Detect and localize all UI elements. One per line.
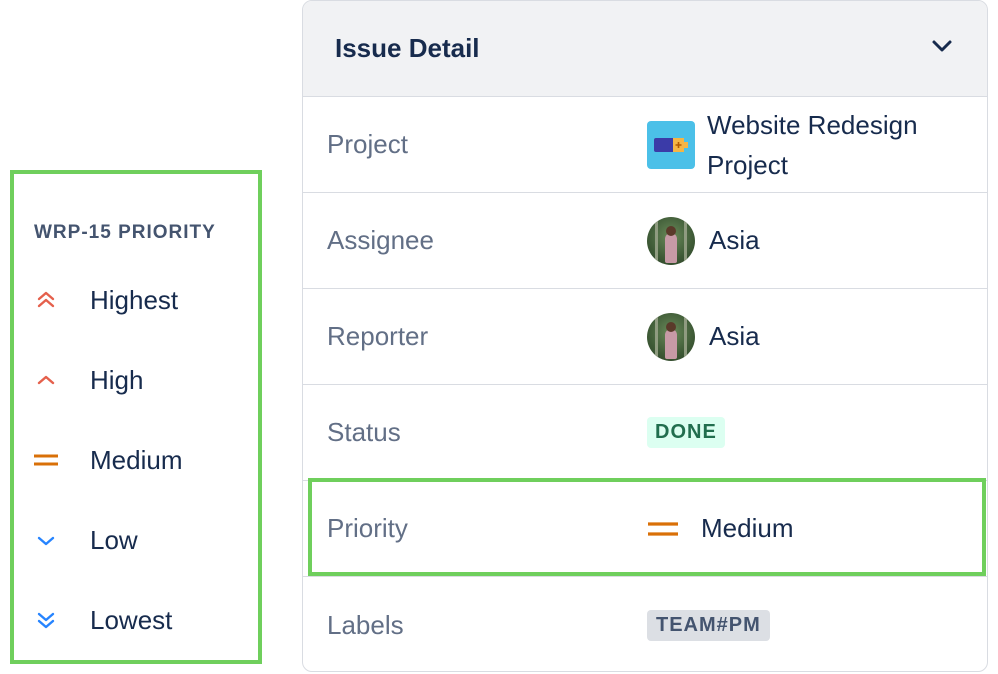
field-row-status: Status DONE <box>303 385 987 481</box>
panel-title: Issue Detail <box>335 33 480 63</box>
priority-high-icon <box>32 366 60 394</box>
project-icon <box>647 120 695 169</box>
status-badge[interactable]: DONE <box>647 417 725 448</box>
legend-title: WRP-15 PRIORITY <box>34 222 216 243</box>
priority-option-high[interactable]: High <box>32 360 143 400</box>
priority-option-label: Medium <box>90 444 183 475</box>
field-row-reporter: Reporter Asia <box>303 289 987 385</box>
priority-highest-icon <box>32 286 60 314</box>
project-value[interactable]: Website Redesign Project <box>647 97 971 192</box>
priority-low-icon <box>32 526 60 554</box>
field-label-labels: Labels <box>327 609 404 640</box>
avatar <box>647 312 695 361</box>
labels-value-cell: TEAM#PM <box>647 577 971 671</box>
priority-option-medium[interactable]: Medium <box>32 440 182 480</box>
priority-option-lowest[interactable]: Lowest <box>32 600 172 640</box>
priority-option-low[interactable]: Low <box>32 520 138 560</box>
priority-lowest-icon <box>32 606 60 634</box>
field-label-assignee: Assignee <box>327 225 434 255</box>
priority-legend: WRP-15 PRIORITY Highest High Medium Low … <box>10 170 262 664</box>
priority-label: Medium <box>701 513 794 543</box>
avatar <box>647 216 695 265</box>
field-row-priority: Priority Medium <box>303 481 987 577</box>
reporter-value[interactable]: Asia <box>647 289 971 384</box>
issue-detail-header[interactable]: Issue Detail <box>303 1 987 97</box>
field-label-priority: Priority <box>327 513 408 543</box>
reporter-name: Asia <box>709 321 760 351</box>
issue-detail-panel: Issue Detail Project Website Redesign Pr… <box>302 0 988 672</box>
label-tag[interactable]: TEAM#PM <box>647 609 770 641</box>
field-row-labels: Labels TEAM#PM <box>303 577 987 671</box>
assignee-name: Asia <box>709 225 760 255</box>
priority-option-highest[interactable]: Highest <box>32 280 178 320</box>
project-name-line1: Website Redesign <box>707 109 918 140</box>
field-label-status: Status <box>327 417 401 447</box>
field-label-project: Project <box>327 129 408 159</box>
priority-option-label: High <box>90 364 144 395</box>
chevron-down-icon[interactable] <box>929 33 955 64</box>
priority-medium-icon <box>647 517 679 541</box>
field-row-assignee: Assignee Asia <box>303 193 987 289</box>
field-label-reporter: Reporter <box>327 321 429 351</box>
status-value-cell: DONE <box>647 385 971 480</box>
priority-medium-icon <box>32 446 60 474</box>
priority-option-label: Lowest <box>90 604 173 635</box>
priority-option-label: Highest <box>90 284 179 315</box>
priority-option-label: Low <box>90 524 138 555</box>
project-name-line2: Project <box>707 149 788 180</box>
assignee-value[interactable]: Asia <box>647 193 971 288</box>
priority-value[interactable]: Medium <box>647 481 971 576</box>
field-row-project: Project Website Redesign Project <box>303 97 987 193</box>
